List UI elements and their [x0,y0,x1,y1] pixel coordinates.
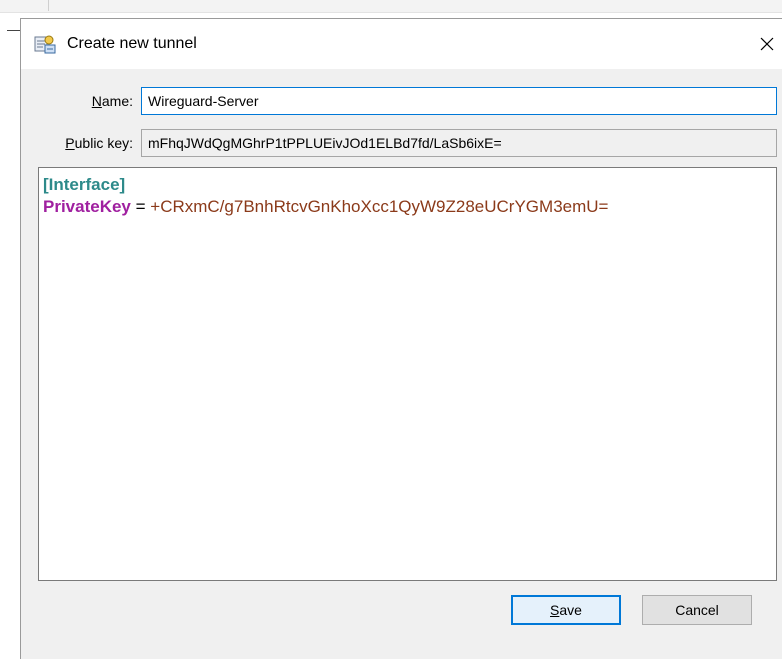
dialog-titlebar[interactable]: Create new tunnel [21,19,782,69]
background-line [7,30,21,31]
save-button[interactable]: Save [511,595,621,625]
config-equals: = [130,197,151,216]
config-key: PrivateKey [43,197,131,216]
config-editor[interactable]: [Interface] PrivateKey = +CRxmC/g7BnhRtcv… [38,167,777,581]
dialog-title: Create new tunnel [67,35,197,52]
public-key-label: Public key: [65,135,133,151]
tunnel-config-icon [34,34,56,54]
background-window-strip [0,0,782,13]
editor-line-section: [Interface] [43,174,772,196]
background-divider [48,0,49,11]
name-label: Name: [91,93,133,109]
cancel-button[interactable]: Cancel [642,595,752,625]
editor-line-privatekey: PrivateKey = +CRxmC/g7BnhRtcvGnKhoXcc1Qy… [43,196,772,218]
section-header: [Interface] [43,175,126,194]
name-input[interactable] [141,87,777,115]
config-value: +CRxmC/g7BnhRtcvGnKhoXcc1QyW9Z28eUCrYGM3… [150,197,609,216]
close-button[interactable] [751,29,782,59]
public-key-field[interactable]: mFhqJWdQgMGhrP1tPPLUEivJOd1ELBd7fd/LaSb6… [141,129,777,157]
create-tunnel-dialog: Create new tunnel Name: Public key: mFhq… [20,18,782,659]
close-icon [760,37,774,51]
